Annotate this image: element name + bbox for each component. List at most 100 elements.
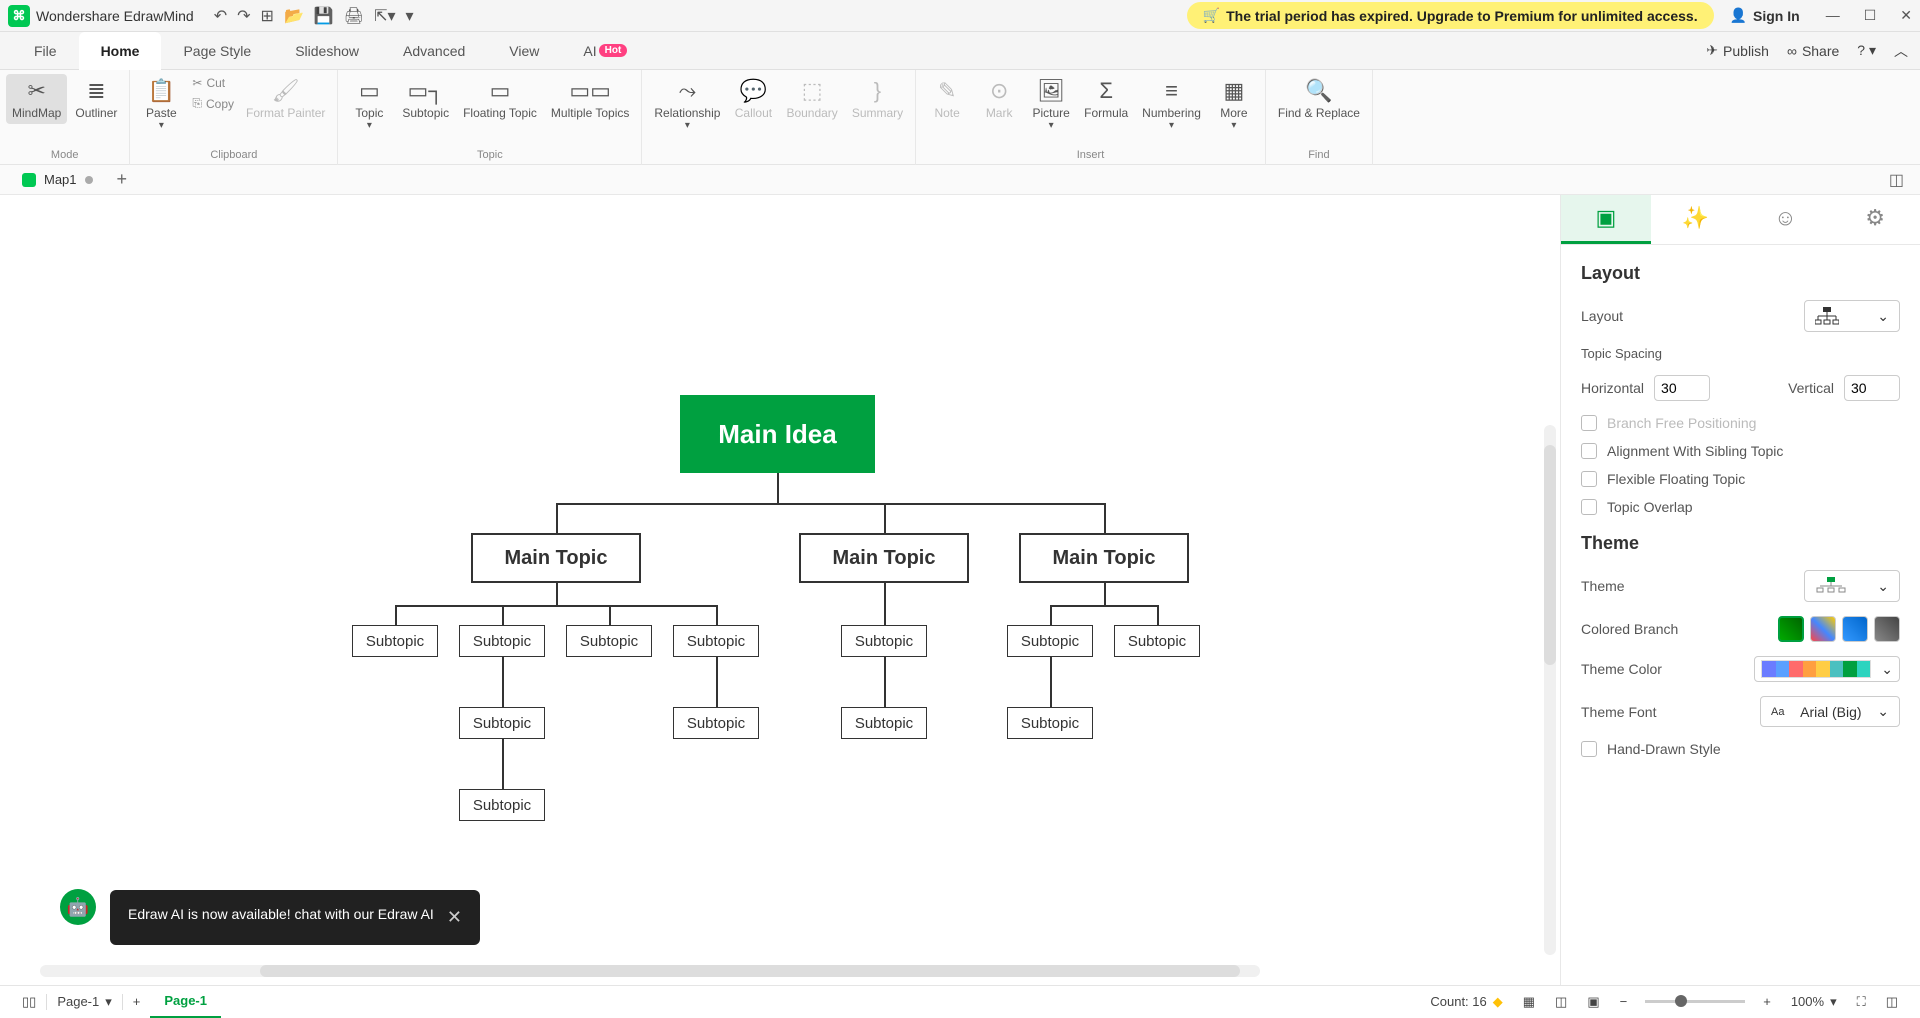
node-main-topic-2[interactable]: Main Topic	[799, 533, 969, 583]
branch-swatch-3[interactable]	[1842, 616, 1868, 642]
panel-tab-settings[interactable]: ⚙	[1830, 195, 1920, 244]
tab-page-style[interactable]: Page Style	[161, 32, 273, 70]
maximize-icon[interactable]: ☐	[1864, 7, 1877, 24]
layout-select[interactable]: ⌄	[1804, 300, 1900, 332]
add-page-button[interactable]: +	[123, 994, 151, 1009]
branch-swatch-4[interactable]	[1874, 616, 1900, 642]
panel-tab-style[interactable]: ✨	[1651, 195, 1741, 244]
zoom-slider[interactable]	[1645, 1000, 1745, 1003]
outline-toggle-icon[interactable]: ▯▯	[12, 994, 46, 1010]
node-subtopic[interactable]: Subtopic	[566, 625, 652, 657]
numbering-button[interactable]: ≡Numbering▾	[1136, 74, 1207, 135]
help-button[interactable]: ? ▾	[1857, 42, 1876, 59]
note-button[interactable]: ✎Note	[922, 74, 972, 124]
tab-slideshow[interactable]: Slideshow	[273, 32, 381, 70]
more-icon[interactable]: ▾	[406, 6, 414, 26]
mark-button[interactable]: ⊙Mark	[974, 74, 1024, 124]
more-button[interactable]: ▦More▾	[1209, 74, 1259, 135]
node-subtopic[interactable]: Subtopic	[459, 707, 545, 739]
tab-home[interactable]: Home	[79, 32, 162, 70]
tab-view[interactable]: View	[487, 32, 561, 70]
ai-avatar[interactable]: 🤖	[60, 889, 96, 925]
panel-toggle-icon[interactable]: ◫	[1881, 170, 1912, 190]
tab-file[interactable]: File	[12, 32, 79, 70]
overlap-checkbox[interactable]: Topic Overlap	[1581, 499, 1900, 515]
cut-button[interactable]: ✂Cut	[188, 74, 238, 92]
print-icon[interactable]: 🖨	[344, 6, 364, 26]
trial-banner[interactable]: 🛒 The trial period has expired. Upgrade …	[1187, 2, 1714, 29]
node-subtopic[interactable]: Subtopic	[459, 625, 545, 657]
subtopic-button[interactable]: ▭┐Subtopic	[396, 74, 455, 124]
node-main-idea[interactable]: Main Idea	[680, 395, 875, 473]
copy-button[interactable]: ⎘Copy	[188, 94, 238, 113]
boundary-button[interactable]: ⬚Boundary	[780, 74, 843, 124]
minimize-icon[interactable]: —	[1826, 7, 1840, 24]
formula-button[interactable]: ΣFormula	[1078, 74, 1134, 124]
fullscreen-icon[interactable]: ⛶	[1847, 994, 1876, 1010]
callout-button[interactable]: 💬Callout	[728, 74, 778, 124]
panel-tab-emoji[interactable]: ☺	[1741, 195, 1831, 244]
theme-select[interactable]: ⌄	[1804, 570, 1900, 602]
open-icon[interactable]: 📂	[284, 6, 304, 26]
undo-icon[interactable]: ↶	[214, 6, 227, 26]
summary-button[interactable]: }Summary	[846, 74, 909, 124]
find-replace-button[interactable]: 🔍Find & Replace	[1272, 74, 1366, 124]
close-icon[interactable]: ✕	[1900, 7, 1912, 24]
node-subtopic[interactable]: Subtopic	[352, 625, 438, 657]
node-main-topic-3[interactable]: Main Topic	[1019, 533, 1189, 583]
node-subtopic[interactable]: Subtopic	[841, 707, 927, 739]
page-tab-1[interactable]: Page-1	[150, 986, 221, 1018]
vertical-input[interactable]	[1844, 375, 1900, 401]
relationship-button[interactable]: ⤳Relationship▾	[648, 74, 726, 135]
signin-button[interactable]: 👤 Sign In	[1730, 7, 1800, 24]
branch-free-checkbox[interactable]: Branch Free Positioning	[1581, 415, 1900, 431]
canvas[interactable]: Main Idea Main Topic Main Topic Main Top…	[0, 195, 1560, 985]
node-subtopic[interactable]: Subtopic	[673, 625, 759, 657]
alignment-checkbox[interactable]: Alignment With Sibling Topic	[1581, 443, 1900, 459]
mindmap-mode-button[interactable]: ✂MindMap	[6, 74, 67, 124]
new-icon[interactable]: ⊞	[261, 6, 274, 26]
ai-popup-close-icon[interactable]: ✕	[447, 904, 462, 931]
view-mode-2-icon[interactable]: ◫	[1545, 994, 1577, 1010]
outliner-mode-button[interactable]: ≣Outliner	[69, 74, 123, 124]
collapse-ribbon-icon[interactable]: ︿	[1894, 41, 1908, 61]
share-button[interactable]: ∞Share	[1787, 43, 1839, 59]
node-subtopic[interactable]: Subtopic	[841, 625, 927, 657]
topic-button[interactable]: ▭Topic▾	[344, 74, 394, 135]
paste-button[interactable]: 📋Paste▾	[136, 74, 186, 135]
flexible-checkbox[interactable]: Flexible Floating Topic	[1581, 471, 1900, 487]
picture-button[interactable]: 🖼Picture▾	[1026, 74, 1076, 135]
zoom-level[interactable]: 100% ▾	[1781, 994, 1847, 1010]
save-icon[interactable]: 💾	[314, 6, 334, 26]
node-subtopic[interactable]: Subtopic	[673, 707, 759, 739]
fit-icon[interactable]: ◫	[1876, 994, 1908, 1010]
add-document-button[interactable]: +	[107, 169, 138, 190]
node-subtopic[interactable]: Subtopic	[1007, 625, 1093, 657]
document-tab-map1[interactable]: Map1	[8, 172, 107, 187]
horizontal-scrollbar[interactable]	[40, 965, 1260, 977]
node-main-topic-1[interactable]: Main Topic	[471, 533, 641, 583]
tab-advanced[interactable]: Advanced	[381, 32, 487, 70]
floating-topic-button[interactable]: ▭Floating Topic	[457, 74, 543, 124]
node-subtopic[interactable]: Subtopic	[1114, 625, 1200, 657]
branch-swatch-2[interactable]	[1810, 616, 1836, 642]
redo-icon[interactable]: ↷	[237, 6, 250, 26]
view-mode-1-icon[interactable]: ▦	[1513, 994, 1545, 1010]
format-painter-button[interactable]: 🖌Format Painter	[240, 74, 331, 124]
node-subtopic[interactable]: Subtopic	[459, 789, 545, 821]
publish-button[interactable]: ✈Publish	[1706, 42, 1769, 59]
theme-color-select[interactable]: ⌄	[1754, 656, 1900, 682]
theme-font-select[interactable]: Aa Arial (Big) ⌄	[1760, 696, 1900, 727]
hand-drawn-checkbox[interactable]: Hand-Drawn Style	[1581, 741, 1900, 757]
zoom-out-button[interactable]: −	[1610, 994, 1638, 1009]
branch-swatch-1[interactable]	[1778, 616, 1804, 642]
panel-tab-layout[interactable]: ▣	[1561, 195, 1651, 244]
multiple-topics-button[interactable]: ▭▭Multiple Topics	[545, 74, 635, 124]
vertical-scrollbar[interactable]	[1544, 425, 1556, 955]
tab-ai[interactable]: AIHot	[561, 32, 649, 70]
view-mode-3-icon[interactable]: ▣	[1577, 994, 1609, 1010]
horizontal-input[interactable]	[1654, 375, 1710, 401]
zoom-in-button[interactable]: +	[1753, 994, 1781, 1009]
page-selector[interactable]: Page-1 ▾	[46, 994, 122, 1010]
export-icon[interactable]: ⇱▾	[374, 6, 395, 26]
